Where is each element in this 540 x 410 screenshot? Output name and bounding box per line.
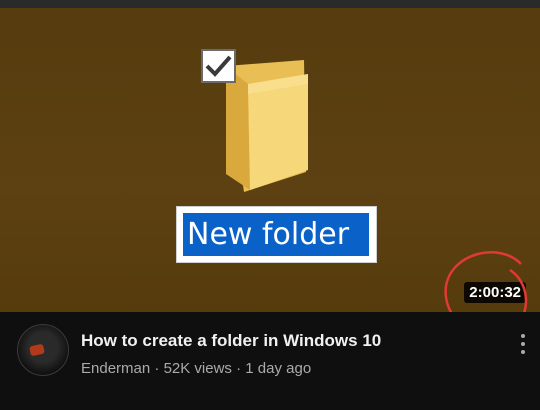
more-vert-icon[interactable] xyxy=(520,334,526,354)
dot xyxy=(521,342,525,346)
video-title[interactable]: How to create a folder in Windows 10 xyxy=(81,331,381,351)
separator: · xyxy=(236,360,242,377)
dot xyxy=(521,350,525,354)
top-edge xyxy=(0,0,540,8)
video-metadata: Enderman · 52K views · 1 day ago xyxy=(81,360,311,377)
folder-icon xyxy=(201,49,308,192)
separator: · xyxy=(154,360,160,377)
channel-name[interactable]: Enderman xyxy=(81,360,150,377)
view-count: 52K views xyxy=(163,360,232,377)
avatar-logo xyxy=(29,343,45,357)
video-thumbnail[interactable]: New folder 2:00:32 xyxy=(0,0,540,312)
duration-badge: 2:00:32 xyxy=(464,282,526,303)
rename-text-selection: New folder xyxy=(183,213,369,256)
rename-field[interactable]: New folder xyxy=(176,206,377,263)
video-details: How to create a folder in Windows 10 End… xyxy=(0,312,540,410)
channel-avatar[interactable] xyxy=(17,324,69,376)
dot xyxy=(521,334,525,338)
checkbox-icon xyxy=(201,49,236,83)
upload-age: 1 day ago xyxy=(245,360,312,377)
